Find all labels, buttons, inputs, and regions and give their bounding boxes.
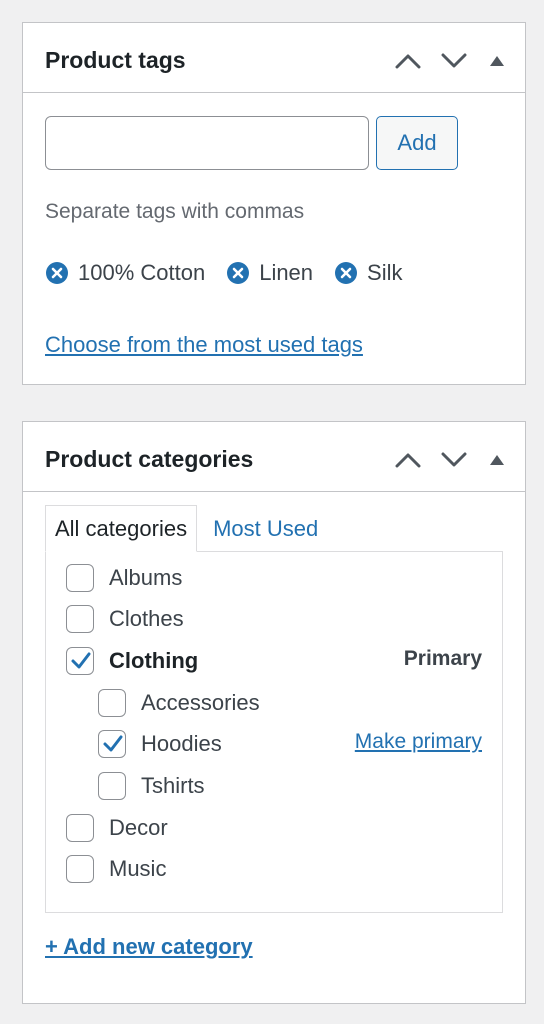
- category-item-clothing[interactable]: Clothing: [66, 646, 198, 676]
- chevron-down-icon: [441, 53, 467, 68]
- most-used-tags-link[interactable]: Choose from the most used tags: [45, 331, 363, 359]
- product-tags-header: Product tags: [23, 23, 525, 93]
- product-categories-header: Product categories: [23, 422, 525, 492]
- category-item-music[interactable]: Music: [66, 854, 166, 884]
- chevron-up-icon: [395, 54, 421, 69]
- primary-badge: Primary: [403, 647, 482, 670]
- tag-label: Silk: [367, 260, 403, 285]
- move-up-button[interactable]: [385, 41, 431, 81]
- category-label: Albums: [109, 565, 183, 590]
- add-tag-button[interactable]: Add: [376, 116, 458, 170]
- category-checkbox[interactable]: [66, 564, 94, 592]
- tag-label: 100% Cotton: [78, 260, 206, 285]
- product-tags-title: Product tags: [45, 47, 186, 73]
- tag-label: Linen: [259, 260, 314, 285]
- checkmark-icon: [103, 735, 123, 752]
- remove-circle-icon[interactable]: [45, 261, 69, 285]
- category-tabs: All categories Most Used: [45, 505, 327, 552]
- triangle-up-icon: [490, 56, 504, 66]
- product-categories-title: Product categories: [45, 446, 254, 472]
- toggle-panel-button[interactable]: [477, 440, 517, 480]
- add-new-category-link[interactable]: + Add new category: [45, 934, 253, 960]
- remove-circle-icon[interactable]: [226, 261, 250, 285]
- category-item-hoodies[interactable]: Hoodies: [98, 729, 222, 759]
- move-down-button[interactable]: [431, 41, 477, 81]
- category-checkbox[interactable]: [66, 605, 94, 633]
- category-label: Accessories: [141, 690, 260, 715]
- triangle-up-icon: [490, 455, 504, 465]
- remove-circle-icon[interactable]: [334, 261, 358, 285]
- category-checkbox[interactable]: [98, 772, 126, 800]
- chevron-up-icon: [395, 453, 421, 468]
- product-categories-box: Product categories All categories Most U…: [22, 421, 526, 1004]
- category-checkbox[interactable]: [66, 647, 94, 675]
- tag-item: Linen: [226, 260, 313, 286]
- product-tags-box: Product tags Add Separate tags with comm…: [22, 22, 526, 385]
- move-down-button[interactable]: [431, 440, 477, 480]
- tag-list: 100% Cotton Linen Silk: [45, 258, 424, 288]
- tags-howto-text: Separate tags with commas: [45, 200, 305, 223]
- product-tags-handle-actions: [385, 41, 517, 81]
- category-checkbox[interactable]: [98, 689, 126, 717]
- category-label: Hoodies: [141, 731, 222, 756]
- chevron-down-icon: [441, 452, 467, 467]
- tag-item: 100% Cotton: [45, 260, 205, 286]
- category-item-tshirts[interactable]: Tshirts: [98, 771, 205, 801]
- category-label: Music: [109, 856, 167, 881]
- tag-item: Silk: [334, 260, 403, 286]
- category-label: Tshirts: [141, 773, 205, 798]
- category-label: Clothes: [109, 606, 184, 631]
- product-categories-handle-actions: [385, 440, 517, 480]
- toggle-panel-button[interactable]: [477, 41, 517, 81]
- category-label: Decor: [109, 815, 168, 840]
- new-tag-input[interactable]: [45, 116, 369, 170]
- category-item-accessories[interactable]: Accessories: [98, 688, 260, 718]
- category-label: Clothing: [109, 648, 199, 673]
- category-checkbox[interactable]: [98, 730, 126, 758]
- checkmark-icon: [71, 652, 91, 669]
- move-up-button[interactable]: [385, 440, 431, 480]
- category-item-clothes[interactable]: Clothes: [66, 604, 184, 634]
- category-checkbox[interactable]: [66, 855, 94, 883]
- category-item-albums[interactable]: Albums: [66, 563, 182, 593]
- category-checkbox[interactable]: [66, 814, 94, 842]
- category-item-decor[interactable]: Decor: [66, 813, 168, 843]
- tab-all-categories[interactable]: All categories: [45, 505, 198, 552]
- category-checklist: Albums Clothes Clothing Primary Accessor…: [45, 551, 503, 913]
- make-primary-link[interactable]: Make primary: [355, 730, 482, 754]
- tab-most-used[interactable]: Most Used: [197, 505, 327, 552]
